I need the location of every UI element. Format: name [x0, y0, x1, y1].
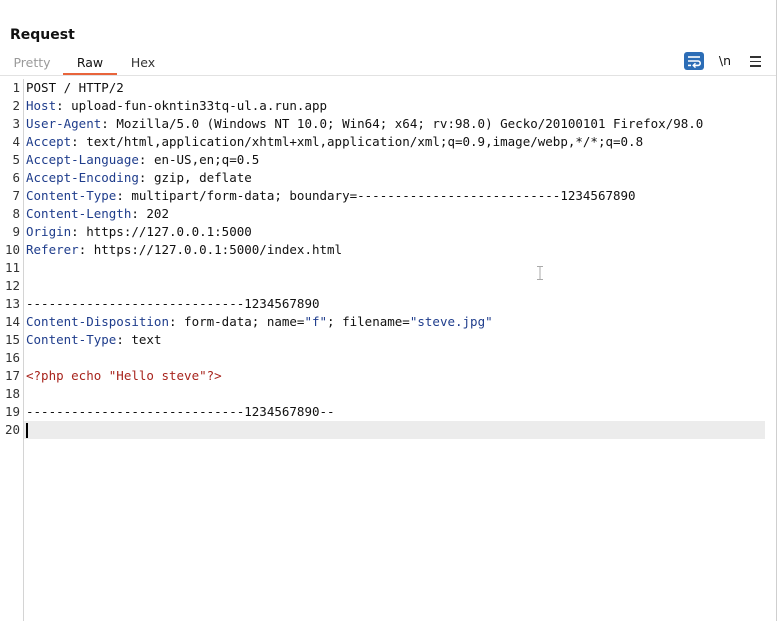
- word-wrap-button[interactable]: [684, 52, 704, 70]
- header-name: Content-Type: [26, 188, 117, 203]
- header-name: Content-Type: [26, 332, 117, 347]
- code-line[interactable]: 18: [0, 385, 770, 403]
- line-content: -----------------------------1234567890-…: [26, 403, 335, 421]
- header-name: Host: [26, 98, 57, 113]
- code-line[interactable]: 14 Content-Disposition: form-data; name="…: [0, 313, 770, 331]
- menu-icon[interactable]: [748, 52, 764, 70]
- line-number: 10: [4, 242, 20, 257]
- line-number: 11: [4, 260, 20, 275]
- text-value: : gzip, deflate: [138, 170, 252, 185]
- code-line[interactable]: 16: [0, 349, 770, 367]
- line-number: 2: [12, 98, 20, 113]
- text-value: : multipart/form-data; boundary=--------…: [116, 188, 636, 203]
- header-name: Content-Disposition: [26, 314, 169, 329]
- code-line[interactable]: 10 Referer: https://127.0.0.1:5000/index.…: [0, 241, 770, 259]
- line-content: Host: upload-fun-okntin33tq-ul.a.run.app: [26, 97, 327, 115]
- code-line[interactable]: 8 Content-Length: 202: [0, 205, 770, 223]
- line-number: 4: [12, 134, 20, 149]
- line-content: POST / HTTP/2: [26, 79, 124, 97]
- tabbar-divider: [0, 75, 776, 76]
- tab-pretty[interactable]: Pretty: [6, 52, 58, 74]
- code-line[interactable]: 12: [0, 277, 770, 295]
- code-line[interactable]: 17 <?php echo "Hello steve"?>: [0, 367, 770, 385]
- tab-hex[interactable]: Hex: [120, 52, 166, 74]
- code-line[interactable]: 6 Accept-Encoding: gzip, deflate: [0, 169, 770, 187]
- show-newlines-button[interactable]: \n: [714, 52, 736, 70]
- line-number: 18: [4, 386, 20, 401]
- text-value: : form-data; name=: [169, 314, 305, 329]
- text-value: -----------------------------1234567890: [26, 296, 320, 311]
- word-wrap-icon: [688, 56, 701, 69]
- line-number: 8: [12, 206, 20, 221]
- text-caret: [26, 423, 28, 438]
- line-content: -----------------------------1234567890: [26, 295, 320, 313]
- code-line[interactable]: 7 Content-Type: multipart/form-data; boun…: [0, 187, 770, 205]
- raw-request-editor[interactable]: 1 POST / HTTP/2 2 Host: upload-fun-okntin33…: [0, 79, 770, 439]
- current-line-highlight: [24, 421, 765, 439]
- code-line[interactable]: 5 Accept-Language: en-US,en;q=0.5: [0, 151, 770, 169]
- line-number: 15: [4, 332, 20, 347]
- code-line[interactable]: 11: [0, 259, 770, 277]
- line-number: 20: [4, 422, 20, 437]
- panel-right-border: [776, 0, 777, 621]
- line-number: 14: [4, 314, 20, 329]
- line-content: Accept-Language: en-US,en;q=0.5: [26, 151, 259, 169]
- code-line[interactable]: 9 Origin: https://127.0.0.1:5000: [0, 223, 770, 241]
- tab-raw[interactable]: Raw: [63, 52, 117, 75]
- text-cursor-icon: [537, 266, 543, 280]
- text-value: -----------------------------1234567890-…: [26, 404, 335, 419]
- line-content: Content-Type: text: [26, 331, 161, 349]
- line-number: 12: [4, 278, 20, 293]
- line-content: Accept-Encoding: gzip, deflate: [26, 169, 252, 187]
- code-line[interactable]: 15 Content-Type: text: [0, 331, 770, 349]
- line-number: 17: [4, 368, 20, 383]
- header-name: User-Agent: [26, 116, 102, 131]
- header-name: Origin: [26, 224, 72, 239]
- line-number: 7: [12, 188, 20, 203]
- line-number: 16: [4, 350, 20, 365]
- header-name: Accept-Encoding: [26, 170, 139, 185]
- line-content: Content-Disposition: form-data; name="f"…: [26, 313, 493, 331]
- line-number: 1: [12, 80, 20, 95]
- header-name: Accept-Language: [26, 152, 139, 167]
- text-value: : Mozilla/5.0 (Windows NT 10.0; Win64; x…: [101, 116, 704, 131]
- line-number: 3: [12, 116, 20, 131]
- line-content: User-Agent: Mozilla/5.0 (Windows NT 10.0…: [26, 115, 703, 133]
- string-value: "steve.jpg": [409, 314, 493, 329]
- code-line[interactable]: 1 POST / HTTP/2: [0, 79, 770, 97]
- line-number: 5: [12, 152, 20, 167]
- code-line[interactable]: 19 -----------------------------123456789…: [0, 403, 770, 421]
- line-content: Content-Length: 202: [26, 205, 169, 223]
- line-content: Origin: https://127.0.0.1:5000: [26, 223, 252, 241]
- line-content: [26, 421, 28, 439]
- text-value: : 202: [131, 206, 169, 221]
- line-content: Accept: text/html,application/xhtml+xml,…: [26, 133, 643, 151]
- text-value: : https://127.0.0.1:5000/index.html: [78, 242, 343, 257]
- code-line[interactable]: 4 Accept: text/html,application/xhtml+xml…: [0, 133, 770, 151]
- text-value: ; filename=: [327, 314, 410, 329]
- string-value: "f": [304, 314, 328, 329]
- code-line[interactable]: 3 User-Agent: Mozilla/5.0 (Windows NT 10.…: [0, 115, 770, 133]
- code-line[interactable]: 20: [0, 421, 770, 439]
- text-value: : upload-fun-okntin33tq-ul.a.run.app: [56, 98, 328, 113]
- php-code: <?php echo "Hello steve"?>: [26, 368, 222, 383]
- line-number: 13: [4, 296, 20, 311]
- text-value: : text: [116, 332, 162, 347]
- code-line[interactable]: 2 Host: upload-fun-okntin33tq-ul.a.run.ap…: [0, 97, 770, 115]
- header-name: Content-Length: [26, 206, 132, 221]
- line-content: <?php echo "Hello steve"?>: [26, 367, 222, 385]
- panel-title: Request: [10, 27, 75, 43]
- line-content: Content-Type: multipart/form-data; bound…: [26, 187, 636, 205]
- line-content: Referer: https://127.0.0.1:5000/index.ht…: [26, 241, 342, 259]
- line-number: 19: [4, 404, 20, 419]
- header-name: Referer: [26, 242, 79, 257]
- line-number: 6: [12, 170, 20, 185]
- line-number: 9: [12, 224, 20, 239]
- code-line[interactable]: 13 -----------------------------123456789…: [0, 295, 770, 313]
- text-value: POST / HTTP/2: [26, 80, 124, 95]
- text-value: : text/html,application/xhtml+xml,applic…: [71, 134, 644, 149]
- header-name: Accept: [26, 134, 72, 149]
- text-value: : en-US,en;q=0.5: [138, 152, 260, 167]
- text-value: : https://127.0.0.1:5000: [71, 224, 252, 239]
